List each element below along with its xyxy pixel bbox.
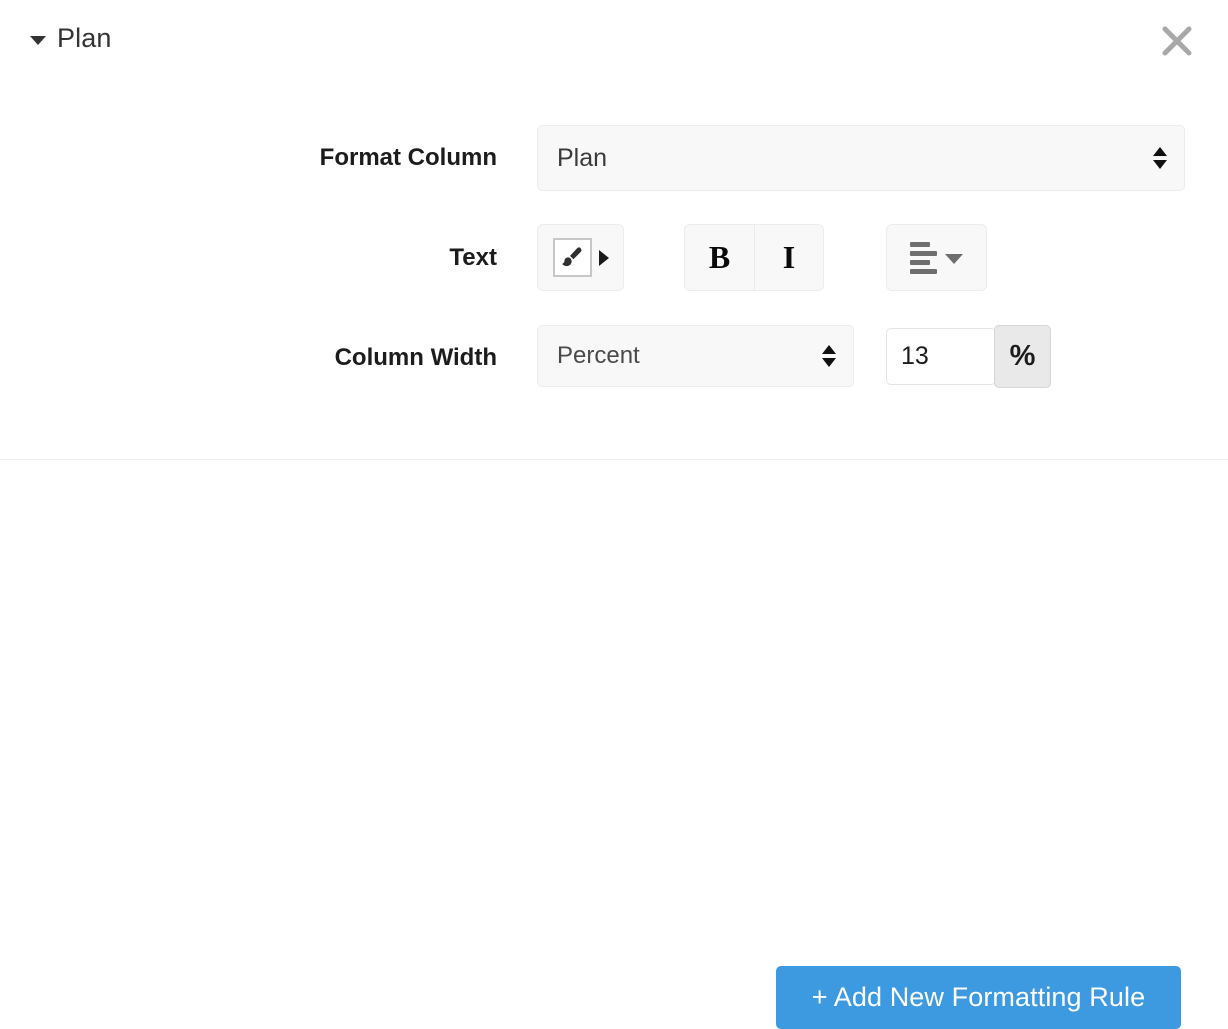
column-width-unit-value: Percent (557, 342, 640, 369)
format-column-row: Format Column Plan (0, 125, 1228, 195)
add-new-formatting-rule-button[interactable]: + Add New Formatting Rule (776, 966, 1181, 1029)
italic-button[interactable]: I (754, 225, 823, 290)
text-color-button[interactable] (537, 224, 624, 291)
close-icon (1162, 26, 1192, 56)
text-align-button[interactable] (886, 224, 987, 291)
column-width-input[interactable] (886, 328, 996, 385)
caret-down-icon (945, 254, 963, 264)
text-label: Text (449, 244, 497, 271)
percent-addon-button[interactable]: % (994, 325, 1051, 388)
triangle-down-icon (30, 36, 46, 45)
paintbrush-icon (552, 238, 592, 277)
format-column-label: Format Column (319, 144, 497, 171)
up-down-arrows-icon (1153, 147, 1167, 169)
align-left-icon (910, 241, 937, 274)
page-title: Plan (57, 23, 112, 53)
text-row: Text B I (0, 224, 1228, 294)
up-down-arrows-icon (822, 345, 836, 367)
column-width-amount-group: % (886, 325, 1051, 388)
column-width-control: Percent % (537, 325, 1051, 388)
bold-button[interactable]: B (685, 225, 754, 290)
panel-collapse-toggle[interactable]: Plan (30, 25, 111, 52)
caret-right-icon[interactable] (598, 249, 609, 266)
format-column-select-value: Plan (557, 143, 608, 172)
column-width-row: Column Width Percent % (0, 325, 1228, 395)
panel-footer: + Add New Formatting Rule (0, 460, 1228, 1029)
column-width-label: Column Width (334, 344, 497, 371)
panel-header: Plan (0, 0, 1228, 86)
close-button[interactable] (1154, 18, 1200, 64)
paintbrush-glyph (562, 246, 582, 266)
column-width-unit-select[interactable]: Percent (537, 325, 854, 387)
format-column-select[interactable]: Plan (537, 125, 1185, 191)
text-toolbar: B I (537, 224, 987, 291)
format-column-control: Plan (537, 125, 1185, 191)
text-style-group: B I (684, 224, 824, 291)
